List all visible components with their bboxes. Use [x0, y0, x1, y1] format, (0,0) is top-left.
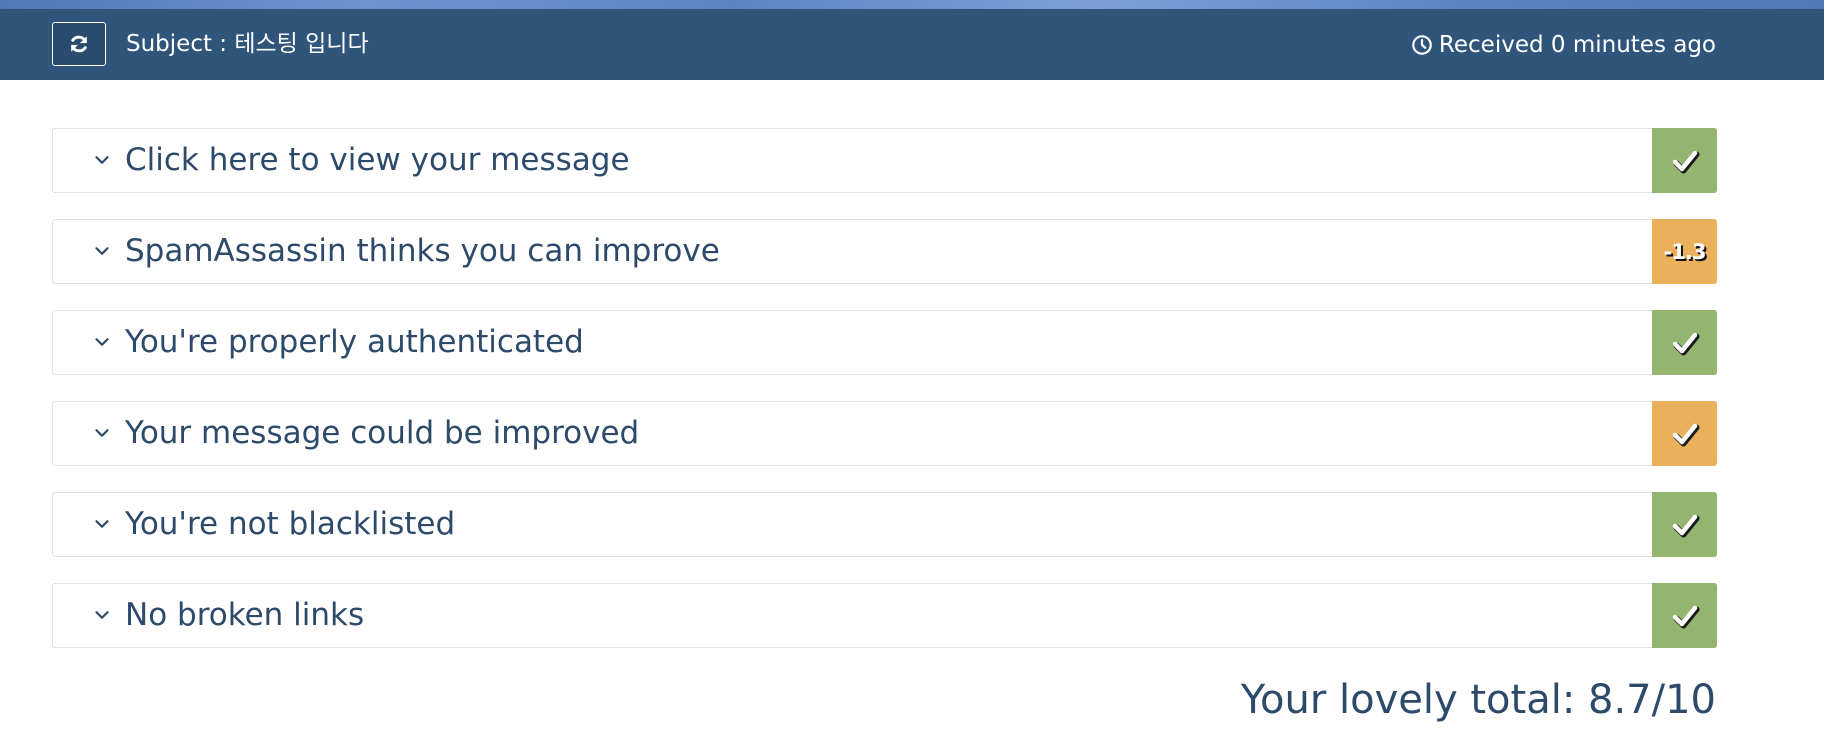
check-row-2[interactable]: SpamAssassin thinks you can improve -1.3 — [52, 219, 1717, 284]
check-title: Click here to view your message — [125, 142, 630, 178]
score-value: -1.3 — [1663, 239, 1707, 264]
subject-text: Subject : 테스팅 입니다 — [126, 31, 369, 57]
check-title: Your message could be improved — [125, 415, 640, 451]
check-list: Click here to view your message SpamAssa… — [52, 128, 1717, 674]
check-row-1[interactable]: Click here to view your message — [52, 128, 1717, 193]
clock-icon — [1412, 34, 1432, 55]
check-icon — [1672, 150, 1699, 173]
received-text: Received 0 minutes ago — [1438, 31, 1716, 58]
top-decorative-stripe — [0, 0, 1824, 9]
status-badge — [1652, 401, 1717, 466]
refresh-button[interactable] — [52, 22, 106, 66]
check-row-6[interactable]: No broken links — [52, 583, 1717, 648]
check-title: You're properly authenticated — [125, 324, 584, 360]
check-icon — [1672, 514, 1699, 537]
check-icon — [1672, 605, 1699, 628]
check-row-5[interactable]: You're not blacklisted — [52, 492, 1717, 557]
chevron-down-icon — [95, 247, 109, 255]
status-badge — [1652, 128, 1717, 193]
chevron-down-icon — [95, 520, 109, 528]
check-row-3[interactable]: You're properly authenticated — [52, 310, 1717, 375]
status-badge — [1652, 492, 1717, 557]
refresh-icon — [71, 35, 87, 53]
check-title: No broken links — [125, 597, 365, 633]
check-title: You're not blacklisted — [125, 506, 456, 542]
chevron-down-icon — [95, 156, 109, 164]
check-row-4[interactable]: Your message could be improved — [52, 401, 1717, 466]
check-icon — [1672, 423, 1699, 446]
chevron-down-icon — [95, 429, 109, 437]
status-badge: -1.3 — [1652, 219, 1717, 284]
total-score: Your lovely total: 8.7/10 — [1240, 677, 1716, 723]
chevron-down-icon — [95, 338, 109, 346]
status-badge — [1652, 310, 1717, 375]
check-title: SpamAssassin thinks you can improve — [125, 233, 720, 269]
chevron-down-icon — [95, 611, 109, 619]
header-bar: Subject : 테스팅 입니다 Received 0 minutes ago — [0, 9, 1824, 80]
received-status: Received 0 minutes ago — [1411, 9, 1716, 80]
status-badge — [1652, 583, 1717, 648]
check-icon — [1672, 332, 1699, 355]
